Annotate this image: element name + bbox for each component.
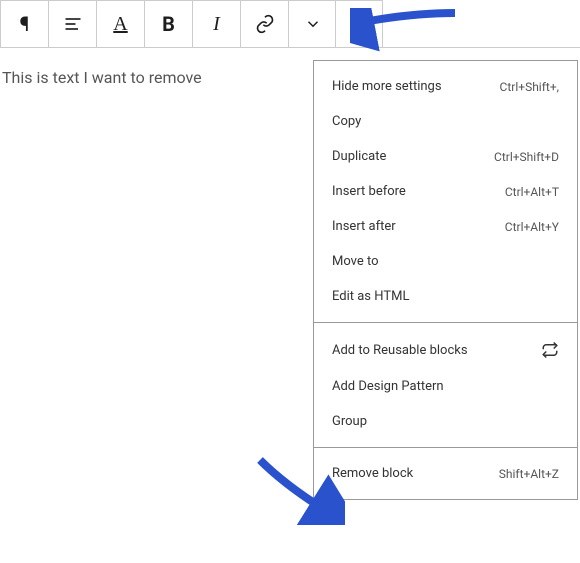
menu-item-shortcut: Ctrl+Shift+, — [500, 80, 559, 94]
menu-item-label: Insert before — [332, 184, 406, 199]
menu-item-label: Group — [332, 414, 367, 429]
menu-add-reusable-blocks[interactable]: Add to Reusable blocks — [314, 331, 577, 369]
link-icon — [255, 14, 275, 34]
italic-button[interactable]: I — [192, 0, 240, 48]
menu-move-to[interactable]: Move to — [314, 244, 577, 279]
menu-item-label: Remove block — [332, 466, 413, 481]
menu-edit-as-html[interactable]: Edit as HTML — [314, 279, 577, 314]
align-left-icon — [63, 14, 83, 34]
menu-add-design-pattern[interactable]: Add Design Pattern — [314, 369, 577, 404]
menu-item-label: Hide more settings — [332, 79, 442, 94]
align-button[interactable] — [48, 0, 96, 48]
bold-icon: B — [162, 12, 175, 36]
menu-hide-more-settings[interactable]: Hide more settings Ctrl+Shift+, — [314, 69, 577, 104]
menu-item-label: Copy — [332, 114, 361, 129]
menu-duplicate[interactable]: Duplicate Ctrl+Shift+D — [314, 139, 577, 174]
chevron-down-icon — [304, 15, 322, 33]
menu-section-3: Remove block Shift+Alt+Z — [314, 448, 577, 499]
menu-item-label: Add to Reusable blocks — [332, 343, 468, 358]
menu-section-1: Hide more settings Ctrl+Shift+, Copy Dup… — [314, 61, 577, 323]
menu-item-label: Add Design Pattern — [332, 379, 444, 394]
text-color-button[interactable]: A — [96, 0, 144, 48]
menu-item-shortcut: Ctrl+Shift+D — [494, 150, 559, 164]
menu-item-label: Duplicate — [332, 149, 386, 164]
block-toolbar: ¶ A B I — [0, 0, 580, 48]
block-options-menu: Hide more settings Ctrl+Shift+, Copy Dup… — [313, 60, 578, 500]
menu-item-label: Move to — [332, 254, 379, 269]
text-color-icon: A — [113, 13, 127, 36]
menu-insert-after[interactable]: Insert after Ctrl+Alt+Y — [314, 209, 577, 244]
menu-section-2: Add to Reusable blocks Add Design Patter… — [314, 323, 577, 448]
more-options-button[interactable] — [335, 0, 383, 48]
link-button[interactable] — [240, 0, 288, 48]
italic-icon: I — [213, 13, 220, 36]
menu-group[interactable]: Group — [314, 404, 577, 439]
menu-item-label: Edit as HTML — [332, 289, 409, 304]
menu-insert-before[interactable]: Insert before Ctrl+Alt+T — [314, 174, 577, 209]
paragraph-icon: ¶ — [20, 12, 30, 36]
bold-button[interactable]: B — [144, 0, 192, 48]
reusable-icon — [541, 341, 559, 359]
menu-copy[interactable]: Copy — [314, 104, 577, 139]
more-rich-text-button[interactable] — [288, 0, 336, 48]
menu-item-label: Insert after — [332, 219, 396, 234]
menu-item-shortcut: Ctrl+Alt+Y — [505, 220, 559, 234]
menu-item-shortcut: Shift+Alt+Z — [499, 467, 559, 481]
menu-remove-block[interactable]: Remove block Shift+Alt+Z — [314, 456, 577, 491]
paragraph-block-button[interactable]: ¶ — [0, 0, 48, 48]
menu-item-shortcut: Ctrl+Alt+T — [505, 185, 559, 199]
more-vertical-icon — [358, 17, 361, 32]
